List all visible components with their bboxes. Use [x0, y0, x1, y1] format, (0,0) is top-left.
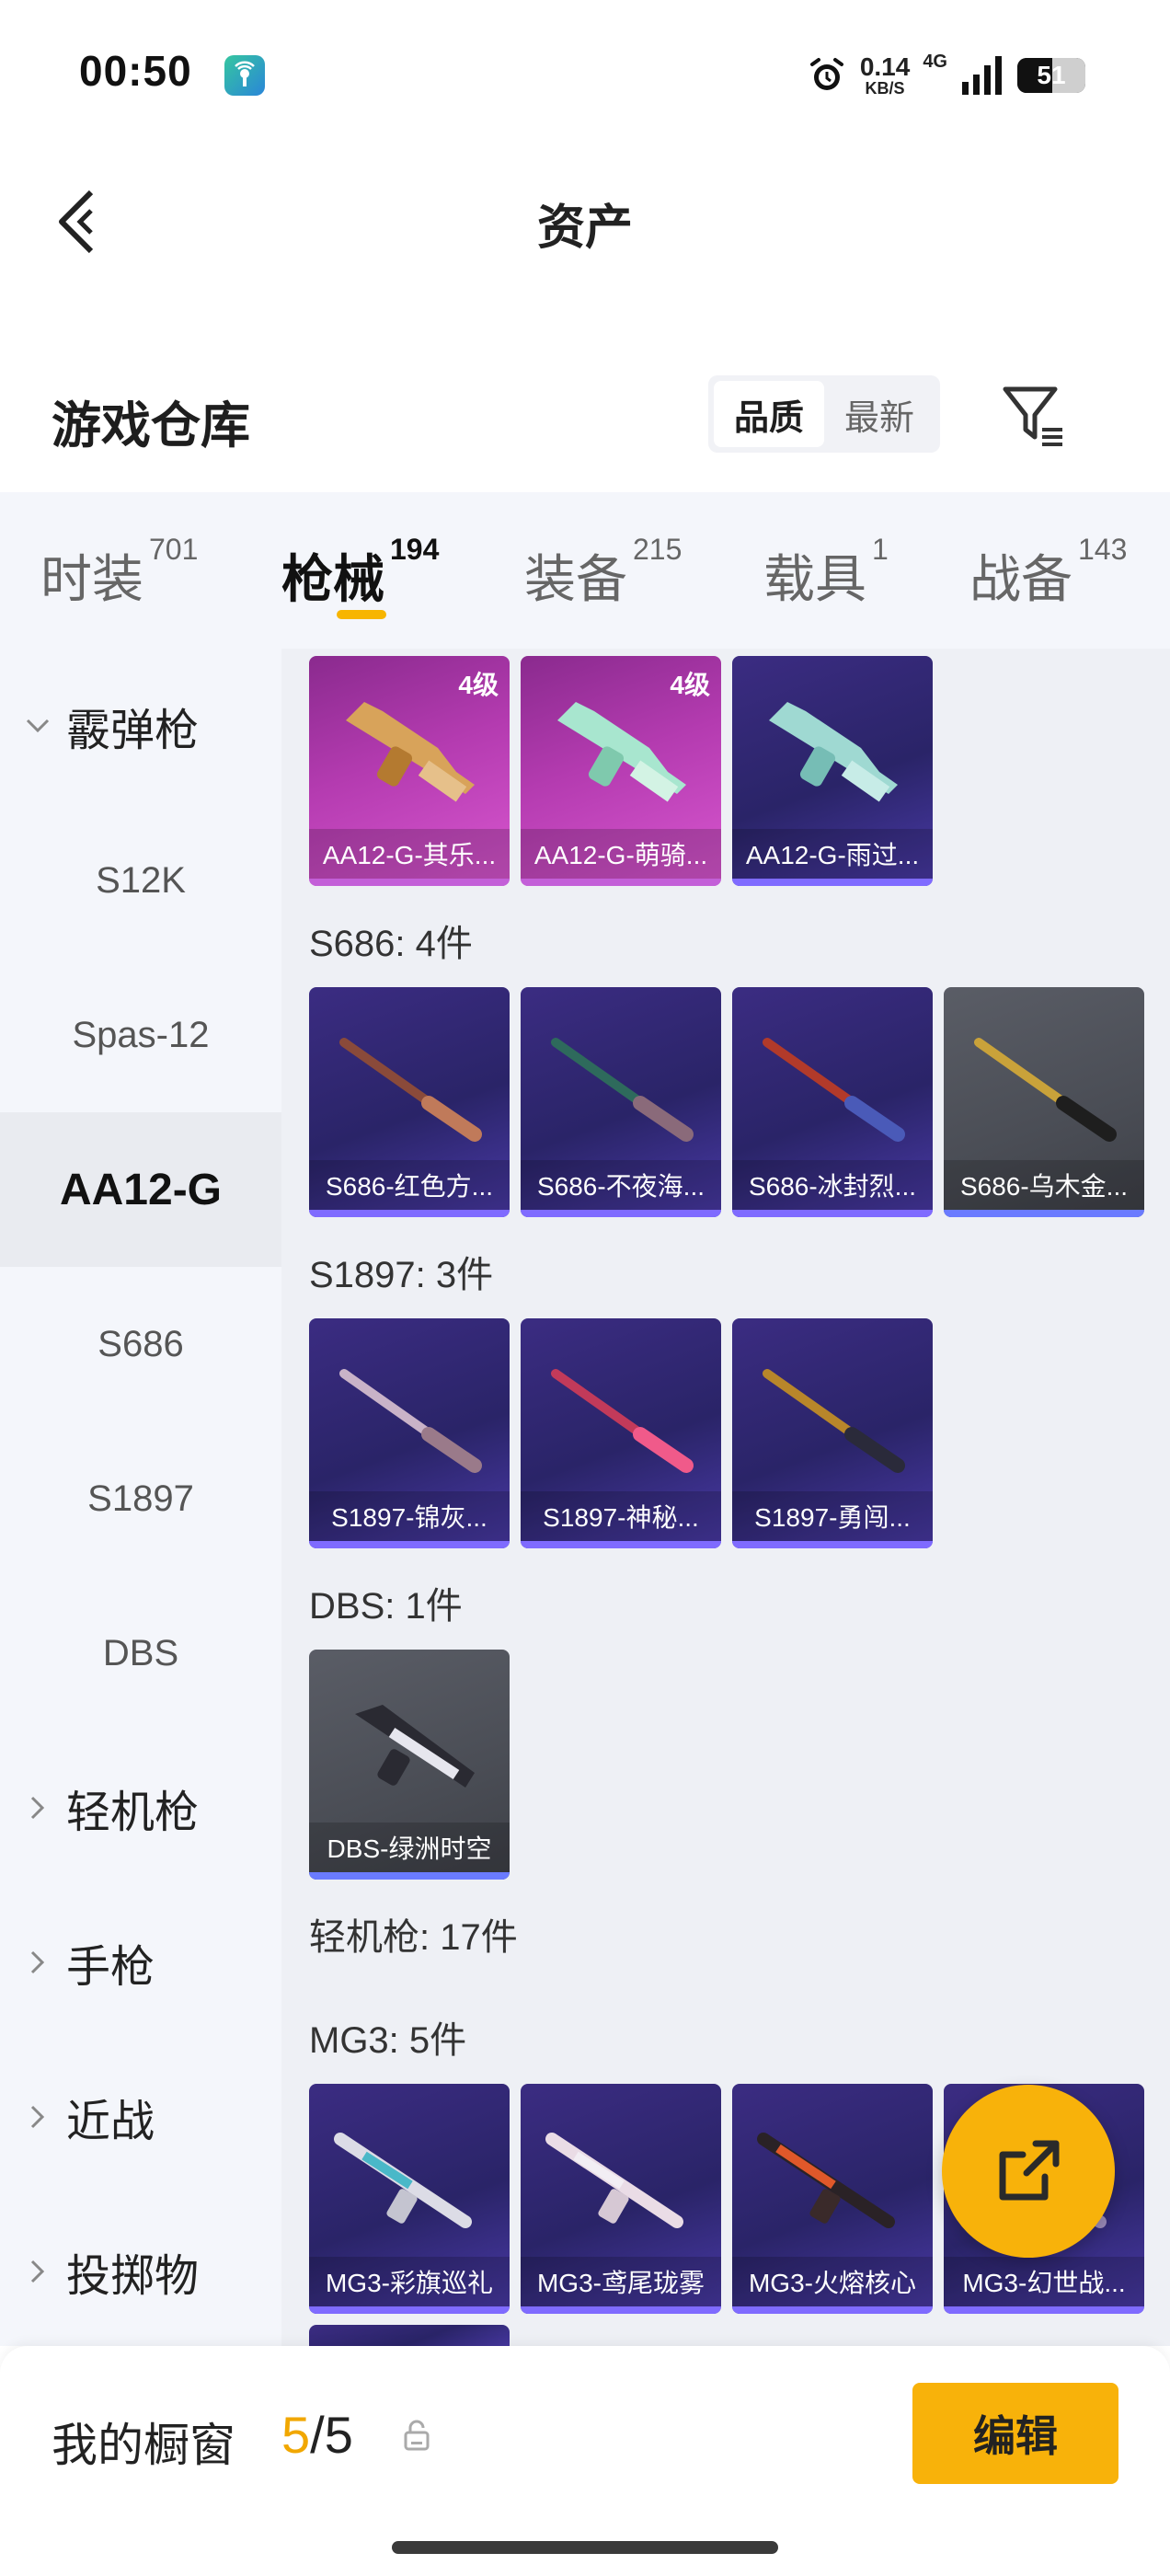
weapon-sidebar: 霰弹枪 S12K Spas-12 AA12-G S686 S1897 DBS 轻…	[0, 649, 281, 2346]
weapon-card-name: S1897-锦灰...	[309, 1491, 510, 1541]
machine-gun-icon	[334, 2133, 472, 2228]
sidebar-item-pistol[interactable]: 手枪	[0, 1885, 281, 2040]
page-title: 资产	[536, 201, 633, 255]
sidebar-item-shotgun[interactable]: 霰弹枪	[0, 649, 281, 803]
weapon-card[interactable]: S1897-锦灰...	[309, 1318, 510, 1548]
tab-vehicles[interactable]: 载具1	[763, 533, 889, 613]
sort-quality-option[interactable]: 品质	[714, 381, 824, 447]
weapon-card[interactable]: S686-乌木金...	[944, 987, 1144, 1217]
chevron-right-icon	[24, 2258, 52, 2285]
showcase-bar: 我的橱窗 5/5 编辑	[0, 2346, 1170, 2576]
filter-icon	[1003, 386, 1062, 446]
chevron-down-icon	[24, 712, 52, 740]
weapon-card-name: AA12-G-其乐...	[309, 829, 510, 879]
weapon-card-name: S686-乌木金...	[944, 1160, 1144, 1210]
shotgun-icon	[974, 1038, 1117, 1142]
sort-newest-option[interactable]: 最新	[824, 381, 935, 447]
filter-button[interactable]	[999, 381, 1069, 451]
weapon-card[interactable]: MG3-火熔核心	[732, 2084, 933, 2314]
sidebar-item-dbs[interactable]: DBS	[0, 1576, 281, 1731]
weapon-card[interactable]: 4级 AA12-G-萌骑...	[521, 656, 721, 886]
lock-icon	[403, 2420, 430, 2455]
weapon-card[interactable]: S1897-神秘...	[521, 1318, 721, 1548]
sidebar-item-melee[interactable]: 近战	[0, 2040, 281, 2194]
edit-button[interactable]: 编辑	[912, 2383, 1118, 2484]
signal-icon	[960, 56, 1004, 95]
shotgun-icon	[557, 702, 686, 802]
weapon-card-name: S1897-勇闯...	[732, 1491, 933, 1541]
weapon-card-name: MG3-鸢尾珑雾	[521, 2257, 721, 2306]
level-badge: 4级	[670, 671, 710, 699]
sidebar-item-aa12g[interactable]: AA12-G	[0, 1112, 281, 1267]
shotgun-icon	[346, 702, 475, 802]
weapon-card-name: AA12-G-雨过...	[732, 829, 933, 879]
weapon-card-name: S686-红色方...	[309, 1160, 510, 1210]
tab-active-indicator	[337, 610, 386, 619]
shotgun-icon	[763, 1369, 905, 1473]
sidebar-item-spas12[interactable]: Spas-12	[0, 958, 281, 1112]
weapon-card-name: DBS-绿洲时空	[309, 1823, 510, 1872]
home-indicator	[392, 2541, 778, 2554]
shotgun-icon	[551, 1038, 694, 1142]
sort-toggle: 品质 最新	[708, 375, 940, 453]
weapon-card-name: MG3-火熔核心	[732, 2257, 933, 2306]
tab-firearms[interactable]: 枪械194	[281, 533, 439, 613]
chevron-right-icon	[24, 1949, 52, 1976]
sidebar-item-s12k[interactable]: S12K	[0, 803, 281, 958]
weapon-card[interactable]	[309, 2325, 510, 2346]
weapon-card[interactable]: MG3-彩旗巡礼	[309, 2084, 510, 2314]
shotgun-icon	[551, 1369, 694, 1473]
tab-equipment[interactable]: 装备215	[524, 533, 682, 613]
shotgun-icon	[769, 702, 898, 802]
app-notification-icon	[224, 55, 265, 96]
sidebar-item-s1897[interactable]: S1897	[0, 1421, 281, 1576]
group-label-s1897: S1897: 3件	[309, 1255, 494, 1295]
chevron-right-icon	[24, 2103, 52, 2131]
network-speed: 0.14 KB/S	[859, 52, 911, 98]
shotgun-icon	[339, 1038, 482, 1142]
shotgun-icon	[355, 1705, 475, 1788]
battery-indicator: 51	[1017, 58, 1085, 93]
category-tabs: 时装701 枪械194 装备215 载具1 战备143	[0, 492, 1170, 649]
weapon-card[interactable]: DBS-绿洲时空	[309, 1650, 510, 1880]
machine-gun-icon	[545, 2133, 683, 2228]
weapon-card-name: S686-冰封烈...	[732, 1160, 933, 1210]
group-label-mg3: MG3: 5件	[309, 2020, 467, 2061]
showcase-label: 我的橱窗	[52, 2420, 235, 2471]
weapon-card-name: S686-不夜海...	[521, 1160, 721, 1210]
network-type: 4G	[923, 52, 947, 72]
share-button[interactable]	[942, 2085, 1115, 2258]
weapon-card[interactable]: 4级 AA12-G-其乐...	[309, 656, 510, 886]
warehouse-title: 游戏仓库	[52, 398, 250, 454]
level-badge: 4级	[458, 671, 499, 699]
weapon-card[interactable]: S686-红色方...	[309, 987, 510, 1217]
share-icon	[999, 2140, 1060, 2201]
weapon-card[interactable]: S1897-勇闯...	[732, 1318, 933, 1548]
tab-fashion[interactable]: 时装701	[40, 533, 198, 613]
machine-gun-icon	[757, 2133, 895, 2228]
sidebar-item-s686[interactable]: S686	[0, 1267, 281, 1421]
group-label-s686: S686: 4件	[309, 924, 473, 964]
showcase-count: 5/5	[281, 2406, 353, 2464]
weapon-card[interactable]: S686-不夜海...	[521, 987, 721, 1217]
group-label-lmg: 轻机枪: 17件	[309, 1917, 518, 1958]
weapon-card[interactable]: AA12-G-雨过...	[732, 656, 933, 886]
weapon-card-name: MG3-彩旗巡礼	[309, 2257, 510, 2306]
weapon-card-name: AA12-G-萌骑...	[521, 829, 721, 879]
alarm-icon	[807, 55, 847, 96]
group-label-dbs: DBS: 1件	[309, 1586, 463, 1627]
shotgun-icon	[763, 1038, 905, 1142]
weapon-card[interactable]: S686-冰封烈...	[732, 987, 933, 1217]
sidebar-item-lmg[interactable]: 轻机枪	[0, 1731, 281, 1885]
weapon-card-name: S1897-神秘...	[521, 1491, 721, 1541]
status-bar: 00:50 0.14 KB/S 4G 51	[0, 0, 1170, 138]
status-time: 00:50	[79, 47, 192, 95]
chevron-right-icon	[24, 1794, 52, 1822]
shotgun-icon	[339, 1369, 482, 1473]
weapon-card[interactable]: MG3-鸢尾珑雾	[521, 2084, 721, 2314]
weapon-card-name: MG3-幻世战...	[944, 2257, 1144, 2306]
tab-combat-gear[interactable]: 战备143	[969, 533, 1127, 613]
sidebar-item-throwables[interactable]: 投掷物	[0, 2194, 281, 2349]
